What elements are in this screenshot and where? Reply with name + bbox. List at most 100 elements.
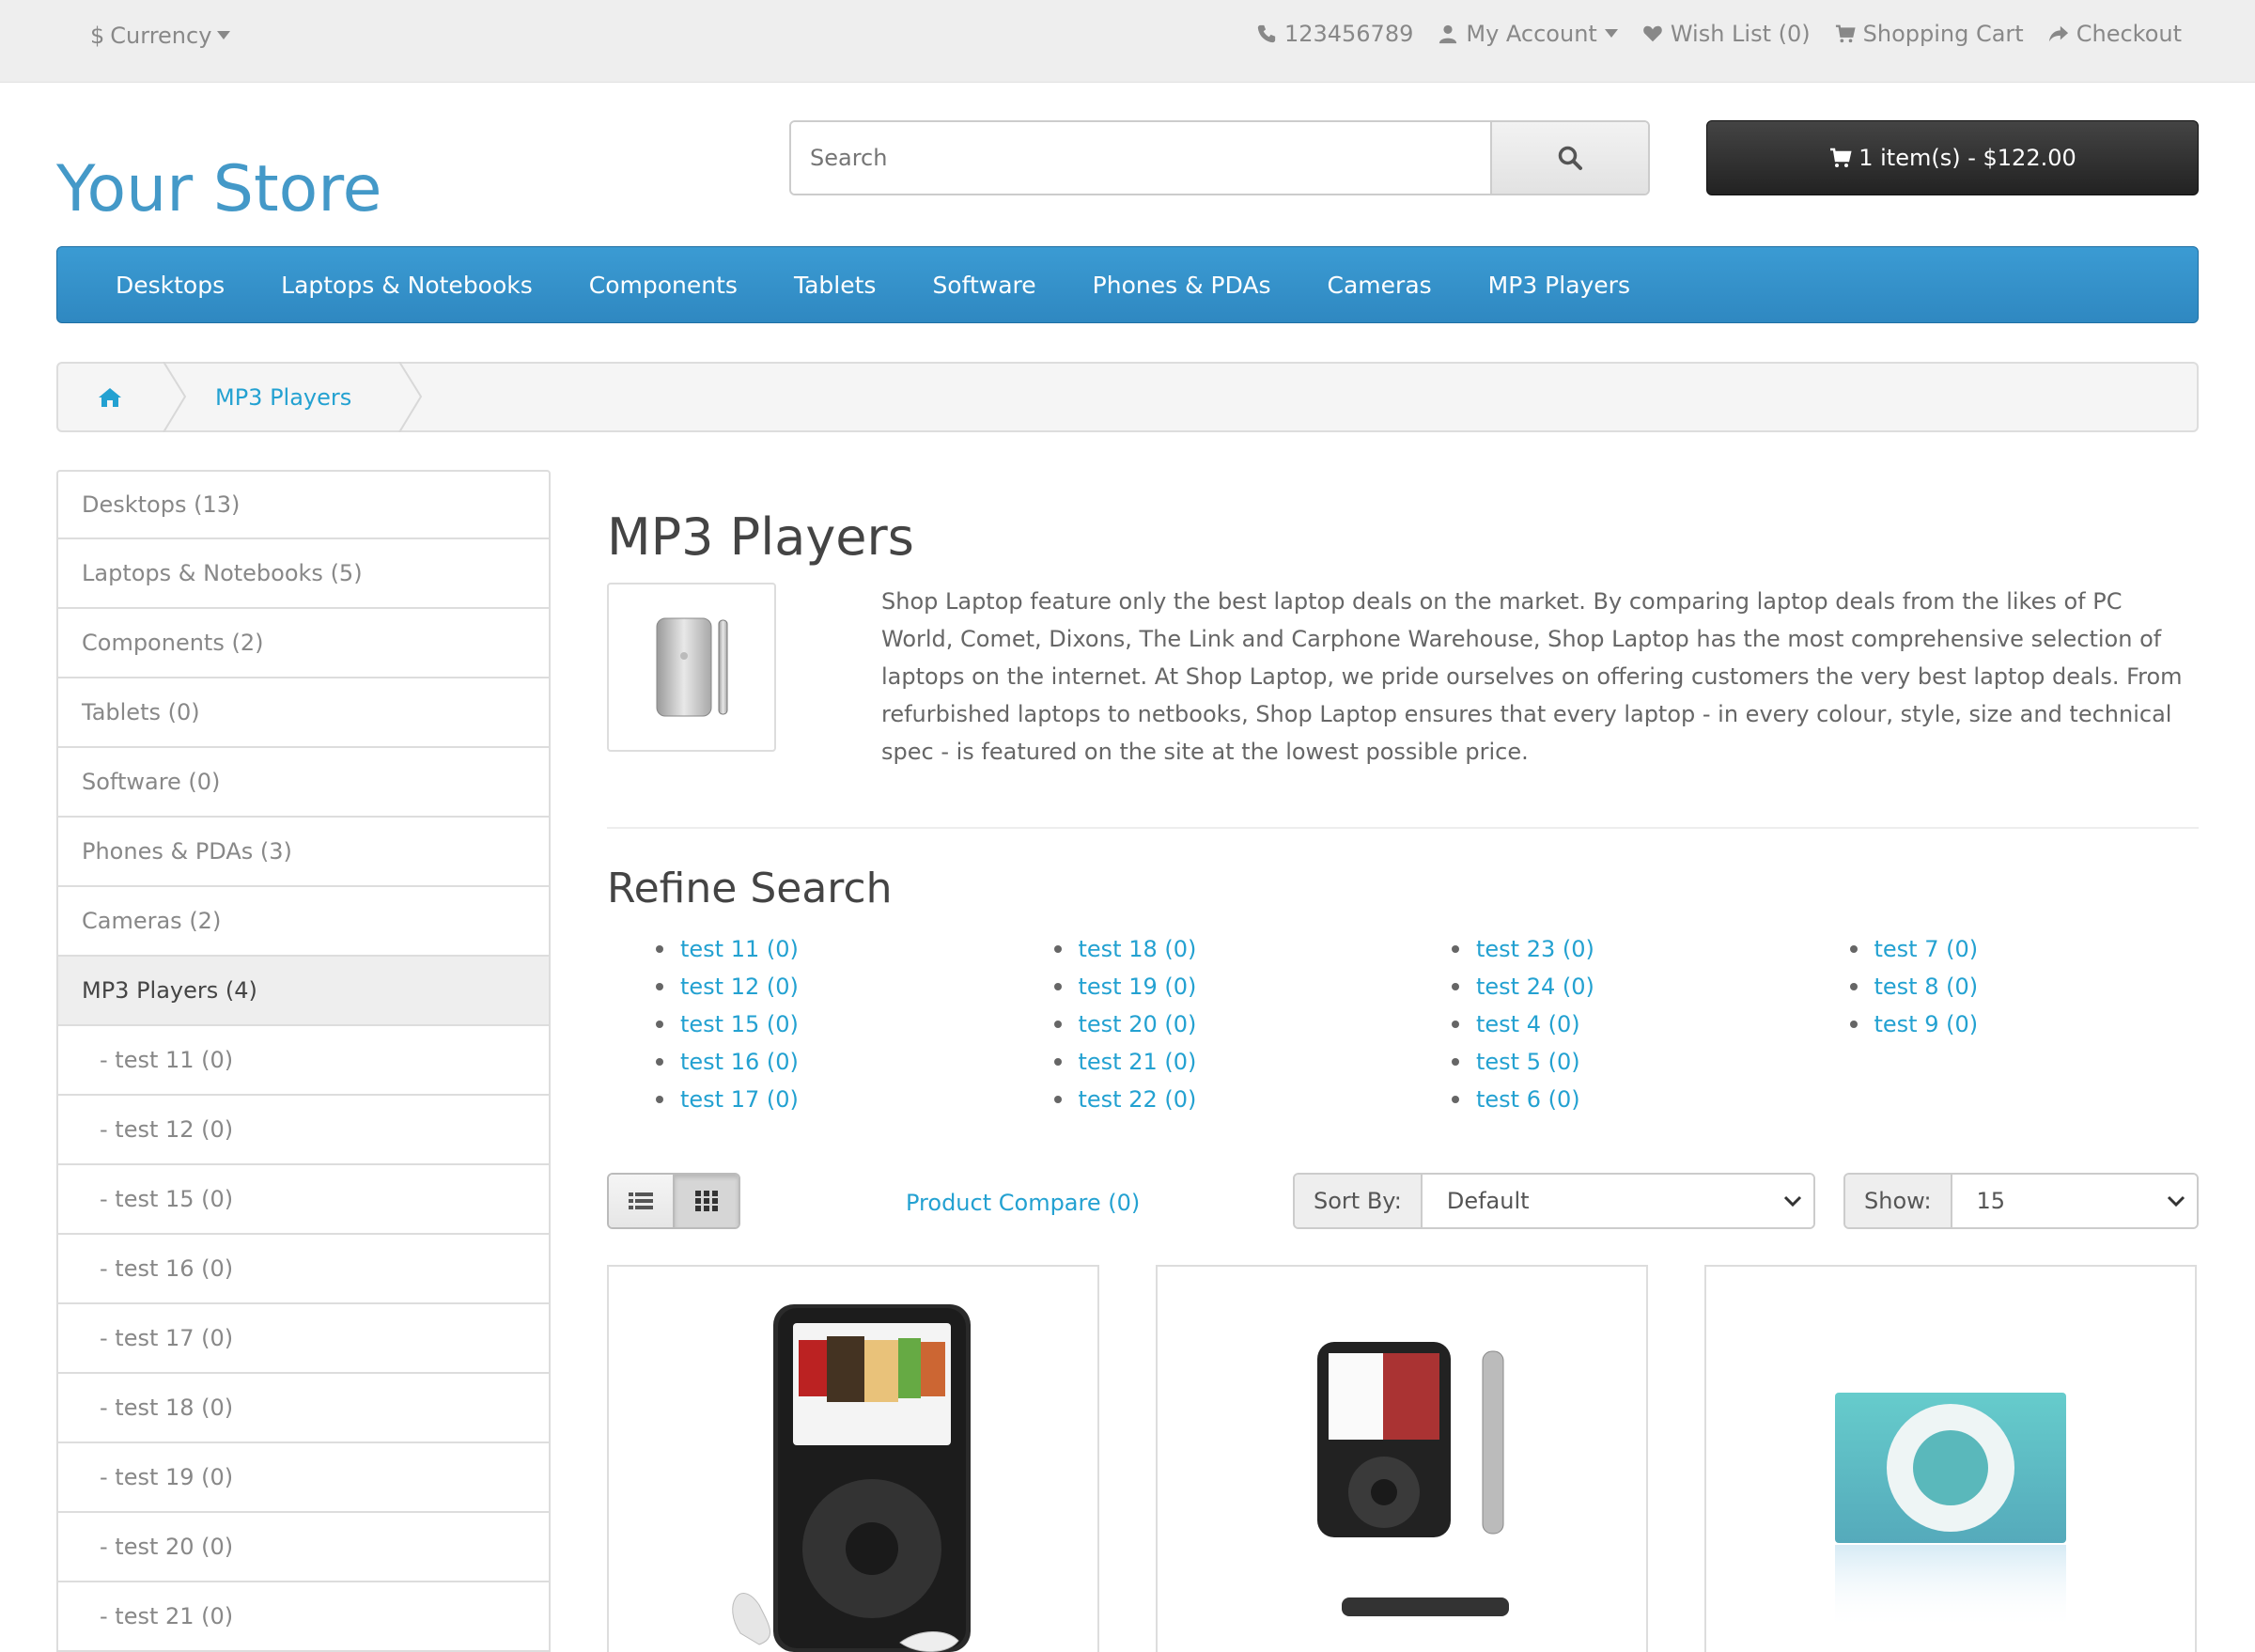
refine-link-test-24[interactable]: test 24 (0) (1476, 974, 1594, 1000)
phone-icon (1257, 24, 1276, 43)
refine-link-test-21[interactable]: test 21 (0) (1079, 1049, 1197, 1075)
cart-total-label: 1 item(s) - $122.00 (1858, 145, 2076, 171)
list-view-button[interactable] (609, 1175, 673, 1227)
sidebar-subitem-test-16[interactable]: - test 16 (0) (56, 1235, 551, 1304)
breadcrumb-separator (398, 362, 423, 432)
home-icon (99, 387, 121, 407)
list-item: test 22 (0) (1005, 1081, 1404, 1118)
phone-number: 123456789 (1283, 21, 1414, 47)
refine-link-test-16[interactable]: test 16 (0) (680, 1049, 799, 1075)
sidebar-subitem-test-20[interactable]: - test 20 (0) (56, 1513, 551, 1582)
sidebar-item-desktops[interactable]: Desktops (13) (56, 470, 551, 539)
menu-item-components[interactable]: Components (589, 272, 738, 299)
refine-link-test-18[interactable]: test 18 (0) (1079, 936, 1197, 962)
sidebar-subitem-test-15[interactable]: - test 15 (0) (56, 1165, 551, 1235)
refine-link-test-5[interactable]: test 5 (0) (1476, 1049, 1580, 1075)
my-account-label: My Account (1466, 21, 1597, 47)
refine-link-test-8[interactable]: test 8 (0) (1874, 974, 1979, 1000)
grid-view-button[interactable] (673, 1175, 739, 1227)
menu-item-phones-pdas[interactable]: Phones & PDAs (1093, 272, 1271, 299)
breadcrumb-current[interactable]: MP3 Players (166, 362, 423, 432)
list-item: test 21 (0) (1005, 1043, 1404, 1081)
menu-item-laptops-notebooks[interactable]: Laptops & Notebooks (281, 272, 533, 299)
currency-dropdown[interactable]: $ Currency (90, 23, 231, 49)
ipod-touch-image (656, 617, 728, 717)
breadcrumb-label: MP3 Players (215, 383, 352, 411)
refine-link-test-15[interactable]: test 15 (0) (680, 1011, 799, 1037)
phone-link[interactable]: 123456789 (1256, 21, 1413, 47)
list-item: test 23 (0) (1403, 930, 1801, 968)
list-item: test 18 (0) (1005, 930, 1404, 968)
category-sidebar: Desktops (13) Laptops & Notebooks (5) Co… (56, 470, 551, 1652)
sidebar-subitem-test-19[interactable]: - test 19 (0) (56, 1443, 551, 1513)
refine-link-test-7[interactable]: test 7 (0) (1874, 936, 1979, 962)
sidebar-item-laptops-notebooks[interactable]: Laptops & Notebooks (5) (56, 539, 551, 609)
sidebar-subitem-test-11[interactable]: - test 11 (0) (56, 1026, 551, 1096)
sidebar-subitem-test-12[interactable]: - test 12 (0) (56, 1096, 551, 1165)
shopping-cart-link[interactable]: Shopping Cart (1835, 21, 2024, 47)
refine-link-test-22[interactable]: test 22 (0) (1079, 1086, 1197, 1113)
heart-icon (1643, 25, 1662, 42)
refine-link-test-17[interactable]: test 17 (0) (680, 1086, 799, 1113)
product-card[interactable] (1704, 1265, 2197, 1652)
view-toggle (607, 1173, 740, 1229)
my-account-link[interactable]: My Account (1438, 21, 1618, 47)
refine-column: test 11 (0) test 12 (0) test 15 (0) test… (607, 930, 1005, 1118)
product-card[interactable] (607, 1265, 1099, 1652)
sidebar-item-mp3-players[interactable]: MP3 Players (4) (56, 957, 551, 1026)
product-compare-link[interactable]: Product Compare (0) (906, 1190, 1140, 1216)
refine-link-test-11[interactable]: test 11 (0) (680, 936, 799, 962)
list-item: test 7 (0) (1801, 930, 2200, 968)
refine-link-test-19[interactable]: test 19 (0) (1079, 974, 1197, 1000)
list-item: test 17 (0) (607, 1081, 1005, 1118)
divider (607, 827, 2199, 829)
list-item: test 15 (0) (607, 1005, 1005, 1043)
checkout-link[interactable]: Checkout (2048, 21, 2182, 47)
refine-link-test-12[interactable]: test 12 (0) (680, 974, 799, 1000)
search-icon (1558, 146, 1582, 170)
sort-label: Sort By: (1295, 1175, 1423, 1227)
menu-item-mp3-players[interactable]: MP3 Players (1488, 272, 1630, 299)
list-item: test 8 (0) (1801, 968, 2200, 1005)
sidebar-item-phones-pdas[interactable]: Phones & PDAs (3) (56, 818, 551, 887)
category-thumbnail[interactable] (607, 583, 776, 752)
search-bar (789, 120, 1650, 195)
cart-icon (1830, 148, 1852, 167)
refine-column: test 7 (0) test 8 (0) test 9 (0) (1801, 930, 2200, 1118)
sidebar-subitem-test-21[interactable]: - test 21 (0) (56, 1582, 551, 1652)
ipod-shuffle-image (1835, 1393, 2066, 1629)
list-item: test 9 (0) (1801, 1005, 2200, 1043)
refine-link-test-23[interactable]: test 23 (0) (1476, 936, 1594, 962)
user-icon (1439, 24, 1457, 44)
refine-link-test-6[interactable]: test 6 (0) (1476, 1086, 1580, 1113)
breadcrumb: MP3 Players (56, 362, 2199, 432)
breadcrumb-home[interactable] (58, 362, 187, 432)
menu-item-tablets[interactable]: Tablets (794, 272, 876, 299)
sidebar-item-cameras[interactable]: Cameras (2) (56, 887, 551, 957)
menu-item-cameras[interactable]: Cameras (1328, 272, 1432, 299)
list-item: test 20 (0) (1005, 1005, 1404, 1043)
cart-icon (1835, 24, 1856, 43)
refine-link-test-4[interactable]: test 4 (0) (1476, 1011, 1580, 1037)
store-logo[interactable]: Your Store (56, 152, 382, 226)
sidebar-item-software[interactable]: Software (0) (56, 748, 551, 818)
cart-summary-button[interactable]: 1 item(s) - $122.00 (1706, 120, 2199, 195)
list-item: test 5 (0) (1403, 1043, 1801, 1081)
sidebar-subitem-test-18[interactable]: - test 18 (0) (56, 1374, 551, 1443)
wish-list-label: Wish List (0) (1670, 21, 1811, 47)
refine-link-test-20[interactable]: test 20 (0) (1079, 1011, 1197, 1037)
show-select[interactable]: 15 (1952, 1175, 2197, 1227)
sort-select[interactable]: Default (1422, 1175, 1813, 1227)
sidebar-subitem-test-17[interactable]: - test 17 (0) (56, 1304, 551, 1374)
refine-link-test-9[interactable]: test 9 (0) (1874, 1011, 1979, 1037)
menu-item-desktops[interactable]: Desktops (116, 272, 225, 299)
wish-list-link[interactable]: Wish List (0) (1642, 21, 1811, 47)
search-input[interactable] (791, 122, 1490, 194)
search-button[interactable] (1490, 122, 1648, 194)
sidebar-item-tablets[interactable]: Tablets (0) (56, 678, 551, 748)
menu-item-software[interactable]: Software (932, 272, 1035, 299)
category-description: Shop Laptop feature only the best laptop… (881, 588, 2183, 765)
sidebar-item-components[interactable]: Components (2) (56, 609, 551, 678)
product-card[interactable] (1156, 1265, 1648, 1652)
list-item: test 11 (0) (607, 930, 1005, 968)
